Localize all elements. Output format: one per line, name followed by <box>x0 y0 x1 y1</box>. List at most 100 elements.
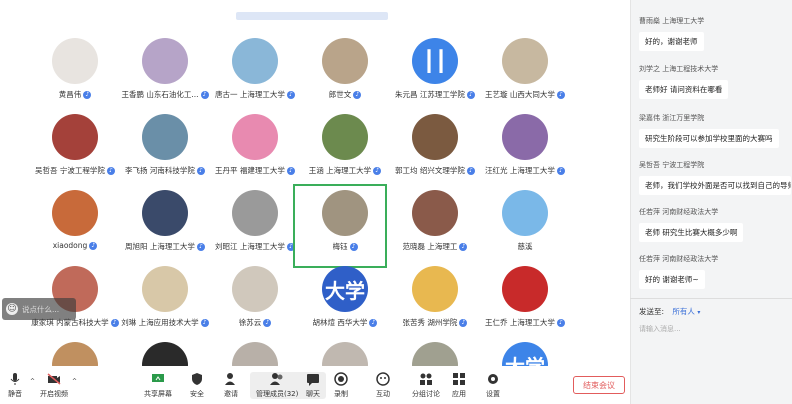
avatar <box>142 190 188 236</box>
mic-status-icon: ♪ <box>263 318 272 327</box>
chat-sender: 任若萍 河南财经政法大学 <box>639 208 719 216</box>
chat-bubble: 老师 研究生比赛大概多少啊 <box>639 223 744 242</box>
avatar <box>232 266 278 312</box>
participant-tile[interactable]: 刘昭江 上海理工大学 ♪ <box>210 190 300 266</box>
participant-tile[interactable]: 李飞扬 河南科技学院 ♪ <box>120 114 210 190</box>
participant-tile[interactable]: 王涵 上海理工大学 ♪ <box>300 114 390 190</box>
mic-status-icon: ♪ <box>110 318 119 327</box>
participant-name-text: 黄昌伟 <box>58 90 82 99</box>
participant-name-text: 郭工均 绍兴文理学院 <box>395 166 465 175</box>
apps-button[interactable]: 应用 <box>452 372 466 399</box>
participant-tile[interactable]: 王艺璇 山西大同大学 ♪ <box>480 38 570 114</box>
chat-sender: 任若萍 河南财经政法大学 <box>639 255 719 263</box>
avatar-glyph: ┃┃ <box>422 49 448 73</box>
breakout-label: 分组讨论 <box>412 390 440 398</box>
end-meeting-button[interactable]: 结束会议 <box>573 376 625 394</box>
avatar <box>322 38 368 84</box>
participant-name: 朱元昌 江苏理工学院 ♪ <box>395 89 475 100</box>
participant-name: 郭工均 绍兴文理学院 ♪ <box>395 165 475 176</box>
participant-tile[interactable]: 汪红光 上海理工大学 ♪ <box>480 114 570 190</box>
participant-tile[interactable]: 唐古一 上海理工大学 ♪ <box>210 38 300 114</box>
participant-name: 王仁乔 上海理工大学 ♪ <box>485 317 565 328</box>
avatar <box>52 38 98 84</box>
video-button[interactable]: 开启视频 <box>40 372 68 399</box>
mic-status-icon: ♪ <box>83 90 92 99</box>
chat-bubble: 好的，谢谢老师 <box>639 32 704 51</box>
members-button[interactable]: 管理成员(32) <box>250 372 305 399</box>
participant-name: 刘琳 上海应用技术大学 ♪ <box>121 317 209 328</box>
top-info-bar <box>236 12 388 20</box>
participant-tile[interactable]: 郭工均 绍兴文理学院 ♪ <box>390 114 480 190</box>
microphone-icon <box>8 372 22 386</box>
emoji-icon <box>376 372 390 386</box>
participant-tile[interactable]: 郎世文 ♪ <box>300 38 390 114</box>
send-to-select[interactable]: 所有人 <box>672 307 695 316</box>
comment-hint[interactable]: ☺ 说点什么... <box>2 298 76 320</box>
participant-tile[interactable]: ┃┃ 朱元昌 江苏理工学院 ♪ <box>390 38 480 114</box>
participant-tile[interactable]: 王仁乔 上海理工大学 ♪ <box>480 266 570 342</box>
mic-status-icon: ♪ <box>89 241 98 250</box>
participant-name-text: 汪红光 上海理工大学 <box>485 166 555 175</box>
participant-name: 周旭阳 上海理工大学 ♪ <box>125 241 205 252</box>
participant-name-text: 郎世文 <box>328 90 352 99</box>
chat-sender: 刘学之 上海工程技术大学 <box>639 65 719 73</box>
avatar <box>52 114 98 160</box>
chat-input[interactable]: 请输入消息... <box>639 324 681 334</box>
video-gallery: 黄昌伟 ♪ 王香鹏 山东石油化工... ♪ 唐古一 上海理工大学 ♪ 郎世文 ♪ ┃┃ 朱元昌 江… <box>0 0 630 388</box>
participant-tile[interactable]: xiaodong ♪ <box>30 190 120 266</box>
participant-name: 王丹平 福建理工大学 ♪ <box>215 165 295 176</box>
video-options-caret[interactable]: ^ <box>72 378 77 385</box>
avatar <box>502 114 548 160</box>
participant-name-text: 徐苏云 <box>238 318 262 327</box>
chat-message: 梁嘉伟 浙江万里学院 研究生阶段可以参加学校里面的大赛吗 <box>639 113 779 152</box>
participant-tile[interactable]: 徐苏云 ♪ <box>210 266 300 342</box>
chat-button[interactable]: 聊天 <box>300 372 326 399</box>
interact-button[interactable]: 互动 <box>376 372 390 399</box>
chat-bubble: 好的 谢谢老师~ <box>639 270 705 289</box>
avatar: ┃┃ <box>412 38 458 84</box>
participant-tile[interactable]: 张苦秀 湖州学院 ♪ <box>390 266 480 342</box>
send-to-row[interactable]: 发送至: 所有人 ▾ <box>639 306 700 317</box>
participant-tile[interactable]: 范晓磊 上海理工 ♪ <box>390 190 480 266</box>
participant-tile[interactable]: 黄昌伟 ♪ <box>30 38 120 114</box>
security-label: 安全 <box>190 390 204 398</box>
chevron-down-icon: ▾ <box>697 309 701 316</box>
invite-button[interactable]: 邀请 <box>224 372 238 399</box>
participant-name-text: 胡林煊 西华大学 <box>312 318 368 327</box>
share-screen-button[interactable]: 共享屏幕 <box>144 372 172 399</box>
video-label: 开启视频 <box>40 390 68 398</box>
breakout-button[interactable]: 分组讨论 <box>412 372 440 399</box>
participant-tile[interactable]: 王香鹏 山东石油化工... ♪ <box>120 38 210 114</box>
avatar <box>322 190 368 236</box>
avatar-glyph: 大学 <box>325 278 365 303</box>
participant-name-text: 朱元昌 江苏理工学院 <box>395 90 465 99</box>
mic-status-icon: ♪ <box>466 166 475 175</box>
mic-status-icon: ♪ <box>466 90 475 99</box>
participant-tile[interactable]: 慈溪 <box>480 190 570 266</box>
meeting-toolbar: 静音 ^ 开启视频 ^ 共享屏幕 安全 邀请 管理成员(32) 聊天 录制 互动… <box>0 366 630 404</box>
participant-name: 慈溪 <box>518 241 533 252</box>
participant-name: 唐古一 上海理工大学 ♪ <box>215 89 295 100</box>
participant-name: 王涵 上海理工大学 ♪ <box>309 165 382 176</box>
security-button[interactable]: 安全 <box>190 372 204 399</box>
chat-bubble: 老师好 请问资料在哪看 <box>639 80 729 99</box>
participant-name: 汪红光 上海理工大学 ♪ <box>485 165 565 176</box>
chat-message: 曹雨燊 上海理工大学 好的，谢谢老师 <box>639 16 704 55</box>
settings-button[interactable]: 设置 <box>486 372 500 399</box>
participant-tile[interactable]: 刘琳 上海应用技术大学 ♪ <box>120 266 210 342</box>
participant-tile[interactable]: 梅钰 ♪ <box>293 184 390 268</box>
invite-label: 邀请 <box>224 390 238 398</box>
mic-status-icon: ♪ <box>369 318 378 327</box>
participant-tile[interactable]: 大学胡林煊 西华大学 ♪ <box>300 266 390 342</box>
participant-tile[interactable]: 吴哲吾 宁波工程学院 ♪ <box>30 114 120 190</box>
participant-name: 王艺璇 山西大同大学 ♪ <box>485 89 565 100</box>
chat-sender: 梁嘉伟 浙江万里学院 <box>639 114 705 122</box>
mute-options-caret[interactable]: ^ <box>30 378 35 385</box>
record-button[interactable]: 录制 <box>334 372 348 399</box>
avatar <box>322 114 368 160</box>
participant-tile[interactable]: 王丹平 福建理工大学 ♪ <box>210 114 300 190</box>
mic-status-icon: ♪ <box>200 318 209 327</box>
participant-tile[interactable]: 周旭阳 上海理工大学 ♪ <box>120 190 210 266</box>
mute-button[interactable]: 静音 <box>8 372 22 399</box>
participant-name: 王香鹏 山东石油化工... ♪ <box>121 89 209 100</box>
